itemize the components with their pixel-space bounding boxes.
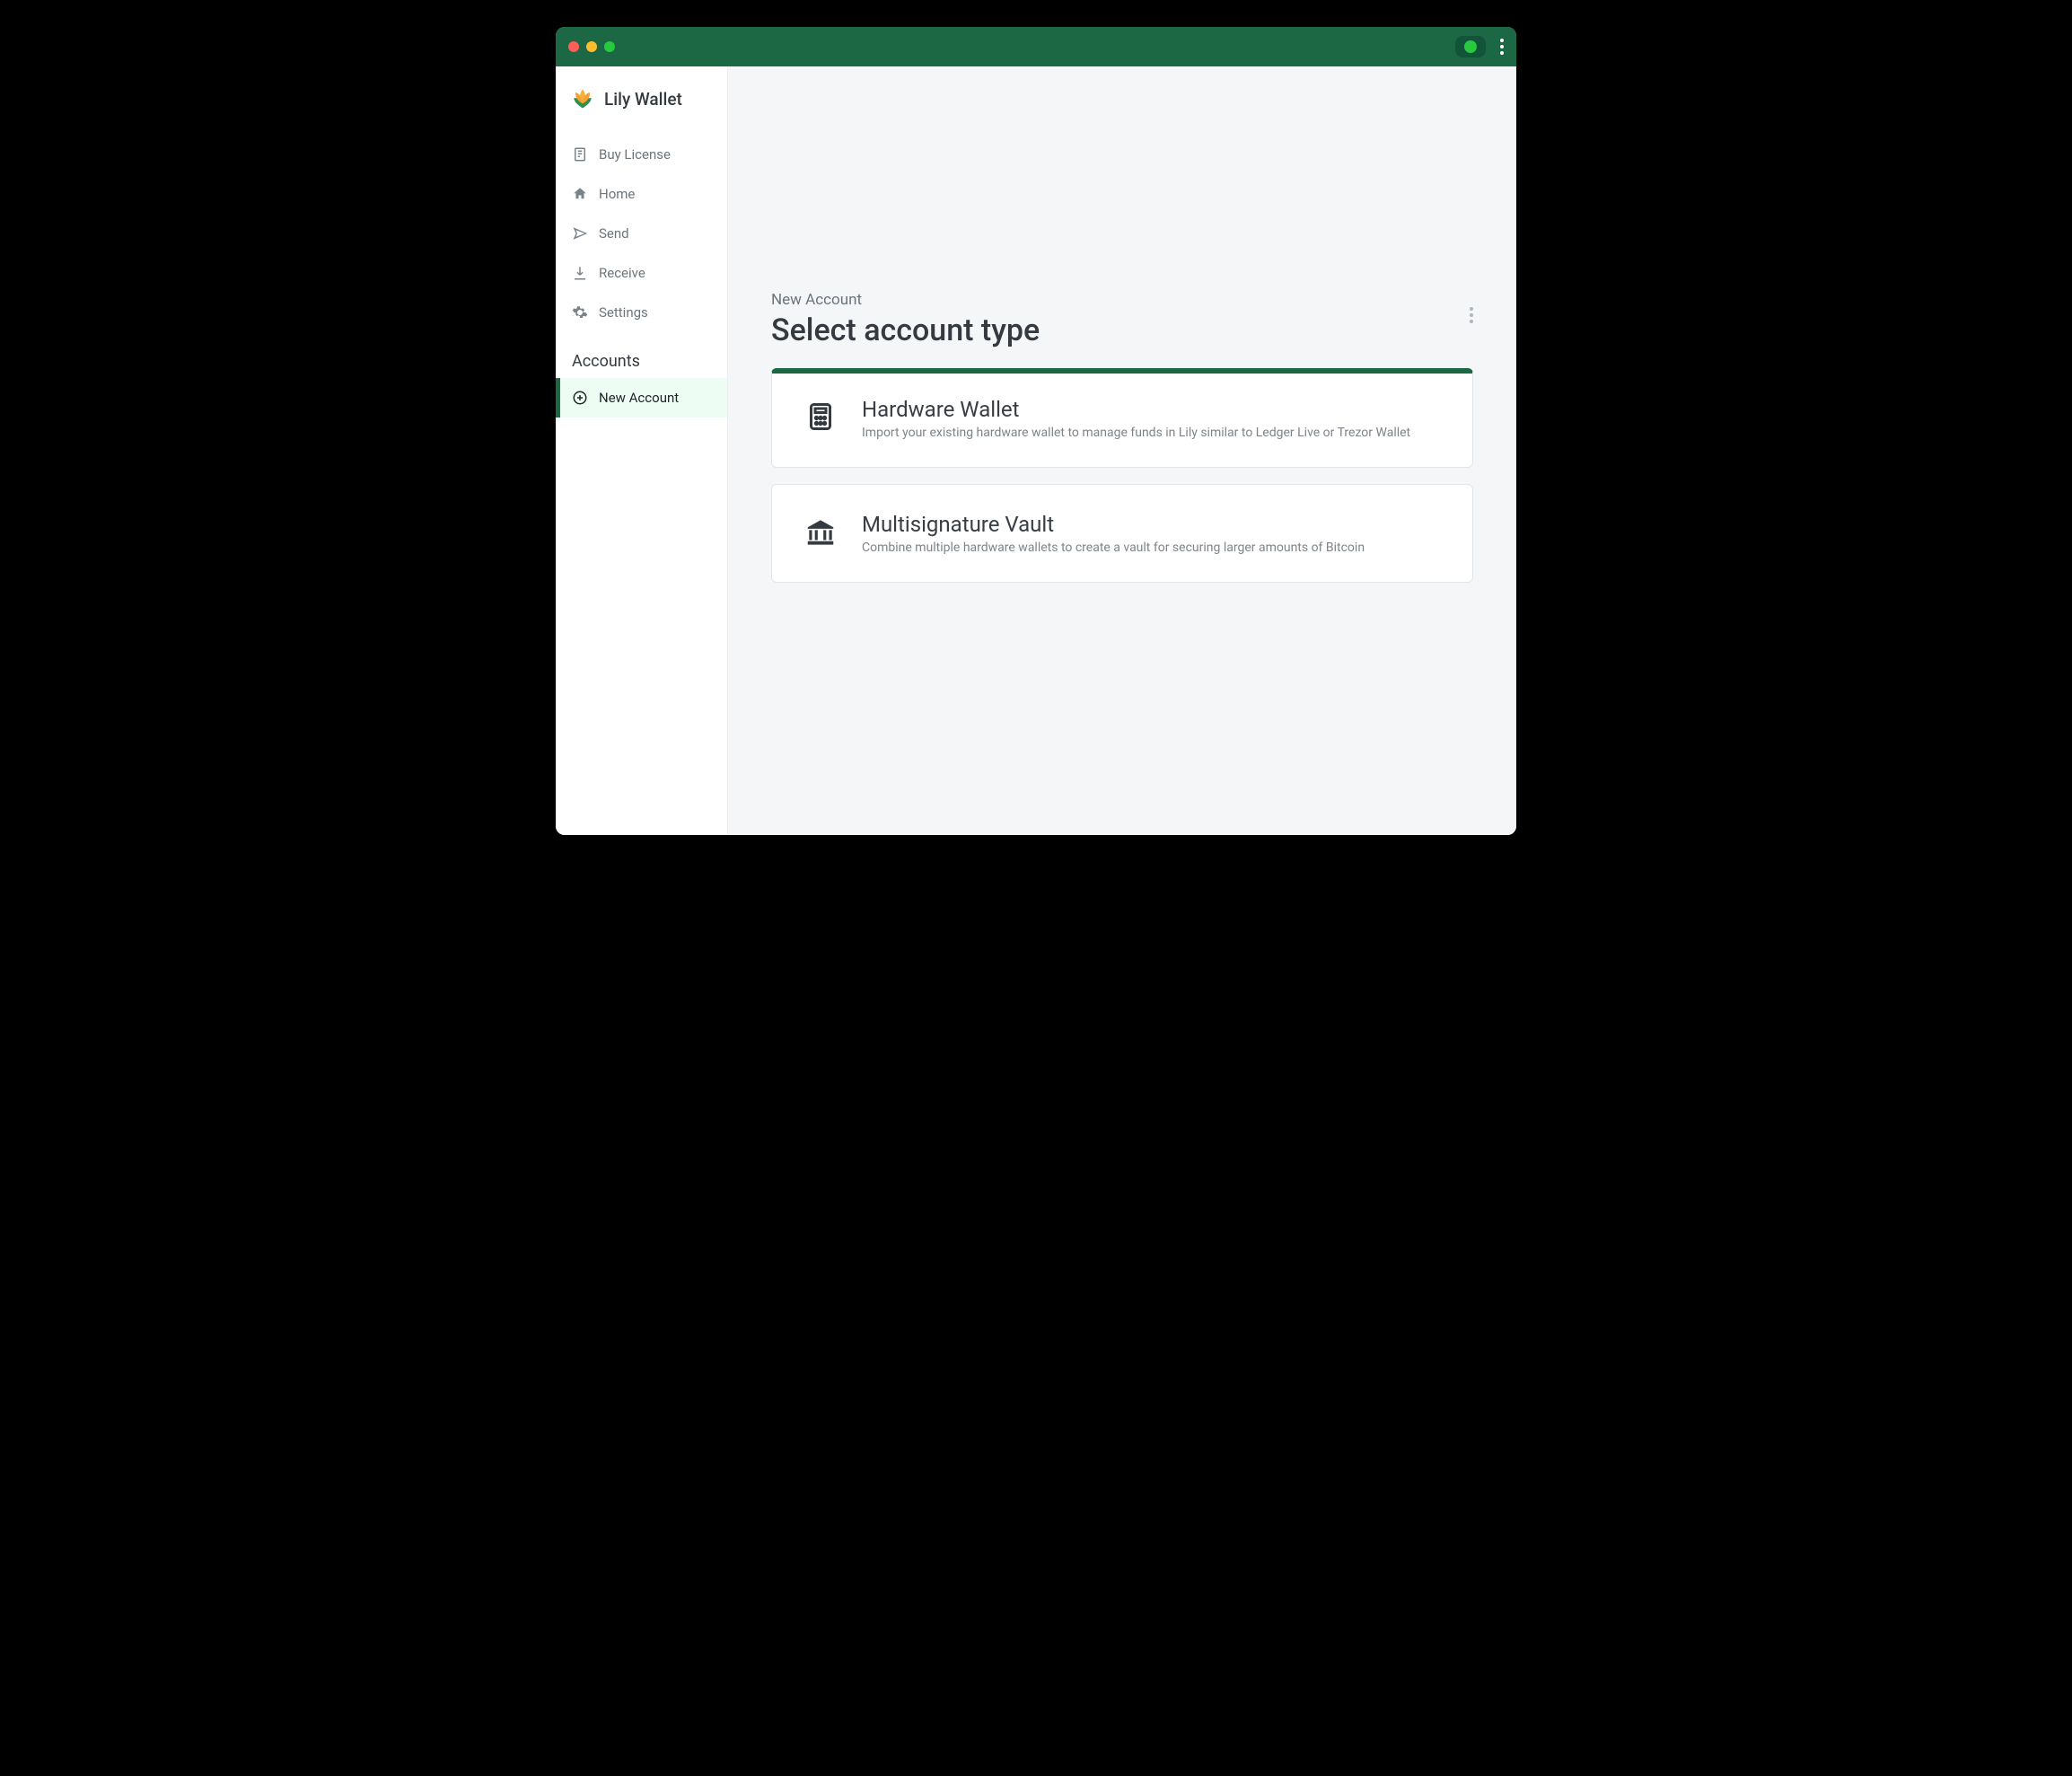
close-window-button[interactable]	[568, 41, 579, 52]
sidebar-item-label: Receive	[599, 265, 645, 281]
brand[interactable]: Lily Wallet	[556, 66, 727, 135]
titlebar	[556, 27, 1516, 66]
brand-name: Lily Wallet	[604, 89, 682, 110]
sidebar-item-label: Send	[599, 225, 629, 242]
bank-icon	[803, 514, 838, 550]
minimize-window-button[interactable]	[586, 41, 597, 52]
status-dot-icon	[1464, 40, 1477, 53]
sidebar-item-label: New Account	[599, 390, 679, 406]
sidebar-item-home[interactable]: Home	[556, 174, 727, 214]
page-menu-button[interactable]	[1470, 307, 1473, 323]
sidebar-item-label: Buy License	[599, 146, 671, 163]
sidebar-item-label: Home	[599, 186, 635, 202]
sidebar-item-send[interactable]: Send	[556, 214, 727, 253]
option-title: Multisignature Vault	[862, 512, 1365, 537]
page-eyebrow: New Account	[771, 291, 1040, 309]
plus-circle-icon	[572, 390, 588, 406]
receive-icon	[572, 265, 588, 281]
option-multisig-vault[interactable]: Multisignature Vault Combine multiple ha…	[771, 484, 1473, 583]
titlebar-menu-button[interactable]	[1500, 39, 1504, 55]
sidebar-item-receive[interactable]: Receive	[556, 253, 727, 293]
license-icon	[572, 146, 588, 163]
gear-icon	[572, 304, 588, 321]
option-title: Hardware Wallet	[862, 397, 1410, 422]
sidebar-item-buy-license[interactable]: Buy License	[556, 135, 727, 174]
send-icon	[572, 225, 588, 242]
lotus-icon	[570, 86, 595, 111]
sidebar-item-label: Settings	[599, 304, 648, 321]
sidebar: Lily Wallet Buy License Home	[556, 66, 728, 835]
app-window: Lily Wallet Buy License Home	[556, 27, 1516, 835]
sidebar-section-accounts: Accounts	[556, 332, 727, 378]
option-desc: Import your existing hardware wallet to …	[862, 426, 1410, 440]
home-icon	[572, 186, 588, 202]
sidebar-item-settings[interactable]: Settings	[556, 293, 727, 332]
option-hardware-wallet[interactable]: Hardware Wallet Import your existing har…	[771, 368, 1473, 468]
sidebar-item-new-account[interactable]: New Account	[556, 378, 727, 418]
option-desc: Combine multiple hardware wallets to cre…	[862, 541, 1365, 555]
calculator-icon	[803, 399, 838, 435]
window-controls	[568, 41, 615, 52]
maximize-window-button[interactable]	[604, 41, 615, 52]
page-title: Select account type	[771, 312, 1040, 348]
main-content: New Account Select account type	[728, 66, 1516, 835]
connection-status[interactable]	[1455, 36, 1486, 57]
